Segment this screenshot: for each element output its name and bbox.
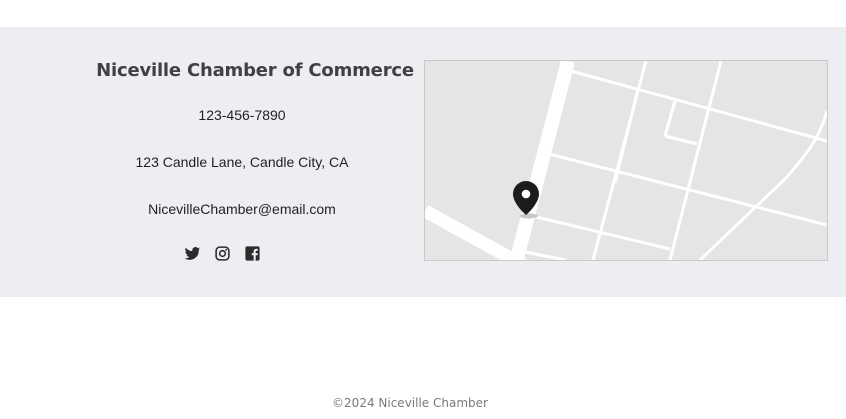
facebook-icon[interactable] bbox=[244, 245, 261, 262]
instagram-icon[interactable] bbox=[214, 245, 231, 262]
street-address: 123 Candle Lane, Candle City, CA bbox=[135, 154, 349, 170]
phone-number: 123-456-7890 bbox=[198, 107, 286, 123]
location-map[interactable] bbox=[424, 60, 828, 261]
contact-section: Niceville Chamber of Commerce 123-456-78… bbox=[0, 27, 846, 297]
copyright-text: ©2024 Niceville Chamber bbox=[332, 396, 488, 410]
email-address: NicevilleChamber@email.com bbox=[148, 201, 336, 217]
top-strip bbox=[0, 0, 846, 27]
social-links bbox=[184, 244, 261, 262]
twitter-icon[interactable] bbox=[184, 245, 201, 262]
organization-name: Niceville Chamber of Commerce bbox=[96, 60, 414, 81]
